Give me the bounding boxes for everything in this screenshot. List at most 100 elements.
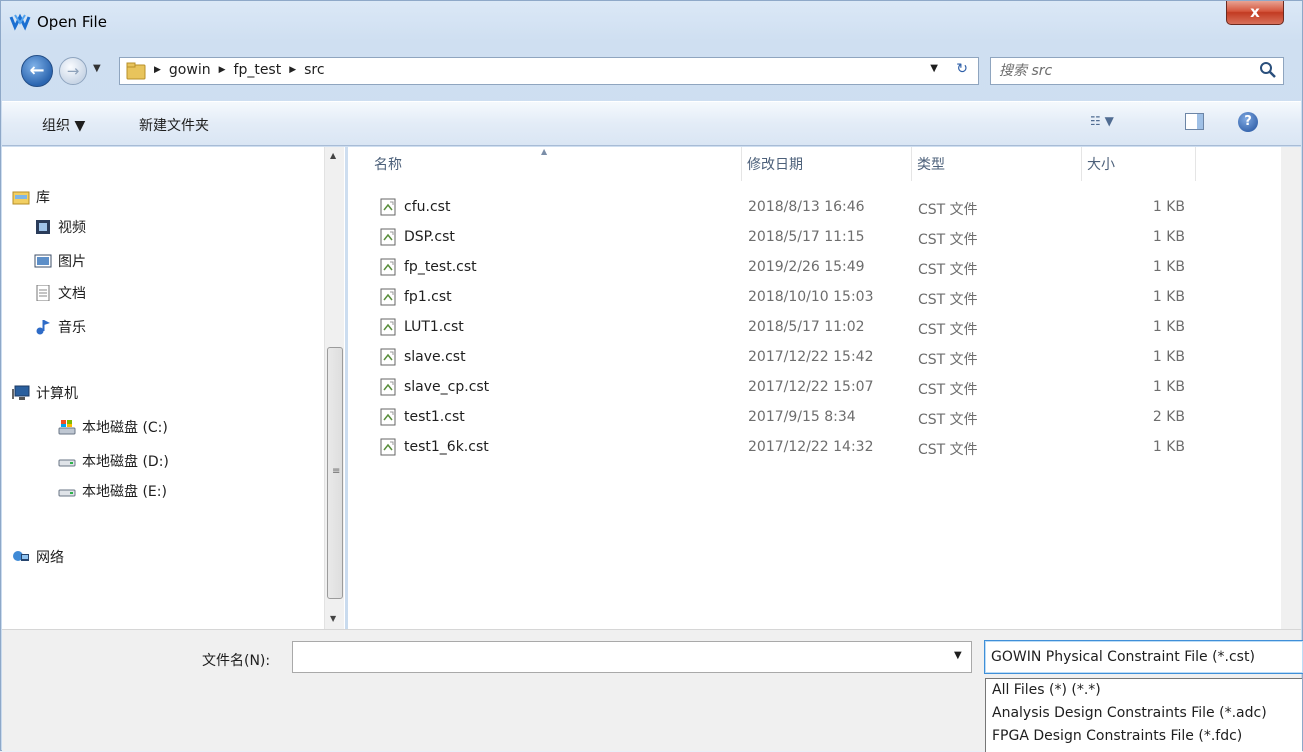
file-size: 1 KB — [1152, 229, 1185, 245]
search-icon[interactable] — [1259, 61, 1277, 79]
file-size: 1 KB — [1152, 259, 1185, 275]
file-row[interactable]: cfu.cst 2018/8/13 16:46 CST 文件 1 KB — [348, 193, 1248, 223]
file-type-option[interactable]: All Files (*) (*.*) — [992, 682, 1101, 698]
file-row[interactable]: fp_test.cst 2019/2/26 15:49 CST 文件 1 KB — [348, 253, 1248, 283]
cst-file-icon — [380, 258, 396, 276]
file-list: ▲ 名称 修改日期 类型 大小 cfu.cst 2018/8/13 16:46 CS… — [348, 147, 1281, 629]
file-row[interactable]: test1_6k.cst 2017/12/22 14:32 CST 文件 1 KB — [348, 433, 1248, 463]
nav-item-disk-d[interactable]: 本地磁盘 (D:) — [58, 451, 169, 471]
file-type-option[interactable]: FPGA Design Constraints File (*.fdc) — [992, 728, 1242, 744]
chevron-right-icon[interactable]: ▶ — [219, 65, 226, 75]
filename-dropdown-icon[interactable]: ▼ — [954, 650, 962, 661]
preview-pane-icon[interactable] — [1185, 113, 1204, 130]
nav-item-label: 音乐 — [58, 320, 86, 336]
chevron-right-icon[interactable]: ▶ — [289, 65, 296, 75]
library-icon — [12, 191, 30, 205]
filename-label: 文件名(N): — [202, 653, 271, 669]
file-size: 1 KB — [1152, 439, 1185, 455]
nav-item-libraries[interactable]: 库 — [12, 187, 50, 207]
nav-item-label: 视频 — [58, 220, 86, 236]
system-drive-icon — [58, 420, 76, 435]
chevron-right-icon[interactable]: ▶ — [154, 65, 161, 75]
organize-button[interactable]: 组织 ▼ — [42, 115, 85, 135]
breadcrumb-gowin[interactable]: gowin — [169, 62, 211, 78]
file-name: fp_test.cst — [404, 259, 477, 275]
address-dropdown-icon[interactable]: ▼ — [930, 63, 938, 74]
nav-item-videos[interactable]: 视频 — [34, 217, 86, 237]
breadcrumb-src[interactable]: src — [304, 62, 324, 78]
file-row[interactable]: DSP.cst 2018/5/17 11:15 CST 文件 1 KB — [348, 223, 1248, 253]
cst-file-icon — [380, 228, 396, 246]
file-name-area: 文件名(N): ▼ GOWIN Physical Constraint File… — [2, 629, 1303, 752]
file-type: CST 文件 — [918, 382, 978, 398]
breadcrumb: ▶ gowin ▶ fp_test ▶ src — [154, 62, 325, 78]
scroll-thumb[interactable]: ≡ — [327, 347, 343, 599]
file-name: cfu.cst — [404, 199, 451, 215]
nav-item-documents[interactable]: 文档 — [34, 283, 86, 303]
column-divider[interactable] — [1195, 147, 1196, 181]
gowin-logo-icon — [9, 13, 31, 31]
nav-item-label: 本地磁盘 (C:) — [82, 420, 168, 436]
file-date: 2017/12/22 15:42 — [748, 349, 874, 365]
address-bar[interactable]: ▶ gowin ▶ fp_test ▶ src ▼ ↻ — [119, 57, 979, 85]
file-row[interactable]: LUT1.cst 2018/5/17 11:02 CST 文件 1 KB — [348, 313, 1248, 343]
file-row[interactable]: slave_cp.cst 2017/12/22 15:07 CST 文件 1 KB — [348, 373, 1248, 403]
nav-item-disk-c[interactable]: 本地磁盘 (C:) — [58, 417, 168, 437]
file-date: 2019/2/26 15:49 — [748, 259, 865, 275]
document-icon — [36, 285, 50, 301]
cst-file-icon — [380, 198, 396, 216]
file-type-option[interactable]: Analysis Design Constraints File (*.adc) — [992, 705, 1267, 721]
file-name: test1.cst — [404, 409, 465, 425]
refresh-icon[interactable]: ↻ — [956, 61, 968, 77]
help-icon[interactable]: ? — [1238, 112, 1258, 132]
computer-icon — [12, 385, 30, 400]
file-date: 2017/9/15 8:34 — [748, 409, 856, 425]
cst-file-icon — [380, 408, 396, 426]
nav-item-network[interactable]: 网络 — [12, 547, 64, 567]
file-name: slave_cp.cst — [404, 379, 490, 395]
cst-file-icon — [380, 378, 396, 396]
view-options-button[interactable]: ☷ ▼ — [1090, 114, 1114, 128]
nav-item-disk-e[interactable]: 本地磁盘 (E:) — [58, 481, 167, 501]
column-header-type[interactable]: 类型 — [911, 147, 1081, 183]
forward-button[interactable]: → — [59, 57, 87, 85]
file-type-options: All Files (*) (*.*) Analysis Design Cons… — [985, 678, 1302, 752]
file-size: 1 KB — [1152, 379, 1185, 395]
new-folder-button[interactable]: 新建文件夹 — [139, 115, 209, 135]
file-type-select[interactable]: GOWIN Physical Constraint File (*.cst) — [984, 640, 1303, 674]
search-box — [990, 57, 1284, 85]
column-header-size[interactable]: 大小 — [1081, 147, 1195, 183]
column-header-name[interactable]: 名称 — [368, 147, 734, 183]
nav-item-computer[interactable]: 计算机 — [12, 383, 78, 403]
nav-item-label: 本地磁盘 (D:) — [82, 454, 169, 470]
file-size: 1 KB — [1152, 289, 1185, 305]
file-type: CST 文件 — [918, 262, 978, 278]
nav-item-pictures[interactable]: 图片 — [34, 251, 86, 271]
file-row[interactable]: fp1.cst 2018/10/10 15:03 CST 文件 1 KB — [348, 283, 1248, 313]
filename-input[interactable] — [292, 641, 972, 673]
file-row[interactable]: slave.cst 2017/12/22 15:42 CST 文件 1 KB — [348, 343, 1248, 373]
drive-icon — [58, 459, 76, 467]
command-bar: 组织 ▼ 新建文件夹 ☷ ▼ ? — [2, 101, 1301, 146]
address-row: ← → ▼ ▶ gowin ▶ fp_test ▶ src ▼ ↻ — [1, 51, 1302, 91]
network-icon — [13, 551, 29, 561]
nav-item-label: 计算机 — [36, 386, 78, 402]
column-header-date[interactable]: 修改日期 — [741, 147, 911, 183]
nav-item-label: 文档 — [58, 286, 86, 302]
search-input[interactable] — [997, 60, 1247, 82]
scroll-down-icon[interactable]: ▼ — [330, 614, 336, 623]
close-button[interactable]: x — [1226, 1, 1284, 25]
file-name: LUT1.cst — [404, 319, 464, 335]
drive-icon — [58, 489, 76, 497]
breadcrumb-fp-test[interactable]: fp_test — [234, 62, 282, 78]
title-bar: Open File x — [1, 1, 1302, 49]
file-row[interactable]: test1.cst 2017/9/15 8:34 CST 文件 2 KB — [348, 403, 1248, 433]
back-button[interactable]: ← — [21, 55, 53, 87]
nav-scrollbar[interactable]: ▲ ≡ ▼ — [324, 147, 344, 629]
nav-item-music[interactable]: 音乐 — [34, 317, 86, 337]
file-name: fp1.cst — [404, 289, 452, 305]
recent-locations-dropdown[interactable]: ▼ — [93, 63, 101, 74]
file-type: CST 文件 — [918, 442, 978, 458]
scroll-up-icon[interactable]: ▲ — [330, 151, 336, 160]
file-type: CST 文件 — [918, 352, 978, 368]
